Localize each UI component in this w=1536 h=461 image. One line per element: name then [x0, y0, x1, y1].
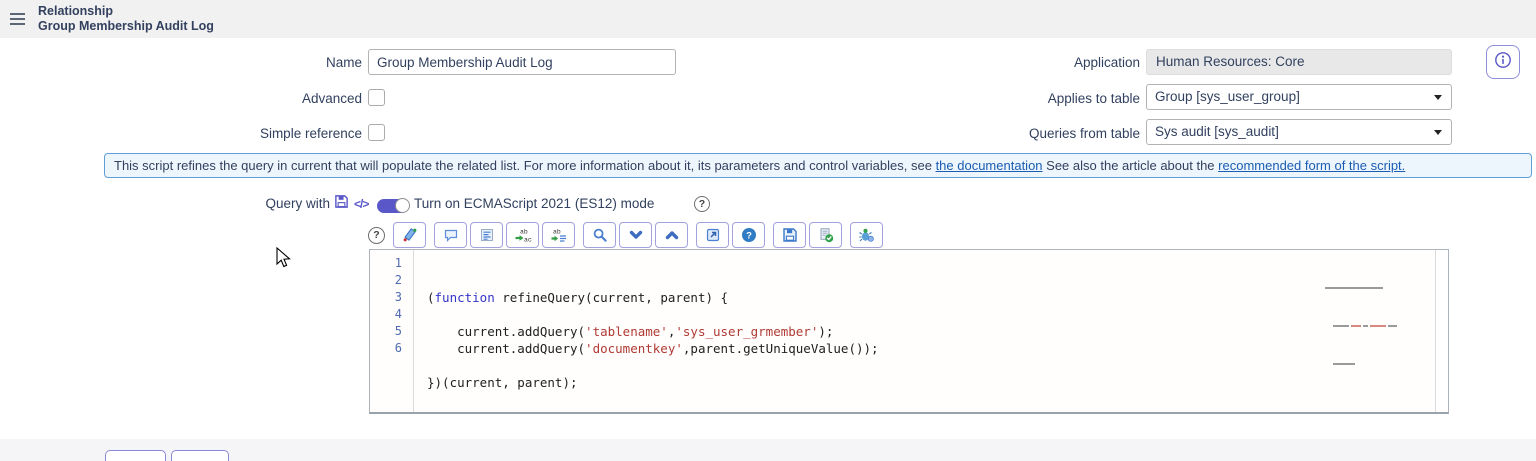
toggle-comment-button[interactable] [434, 222, 467, 248]
relationship-form-page: Relationship Group Membership Audit Log … [0, 0, 1536, 461]
queries-from-table-value: Sys audit [sys_audit] [1155, 124, 1279, 139]
applies-to-table-value: Group [sys_user_group] [1155, 89, 1300, 104]
toggle-knob [395, 198, 410, 213]
info-message-text-2: See also the article about the [1042, 158, 1219, 173]
queries-from-table-label: Queries from table [1028, 126, 1140, 141]
replace-all-button[interactable]: ab [542, 222, 575, 248]
save-button[interactable] [773, 222, 806, 248]
help-button[interactable]: ? [732, 222, 765, 248]
code-lines: (function refineQuery(current, parent) {… [427, 289, 1435, 391]
name-label: Name [325, 55, 362, 70]
advanced-label: Advanced [301, 91, 362, 106]
record-type-title: Relationship [38, 4, 114, 18]
advanced-checkbox[interactable] [368, 89, 385, 106]
page-title: Relationship Group Membership Audit Log [38, 4, 214, 34]
script-editor[interactable]: 123456 (function refineQuery(current, pa… [369, 249, 1449, 414]
name-input[interactable] [368, 49, 676, 75]
replace-button[interactable]: ab ac [506, 222, 539, 248]
simple-reference-label: Simple reference [259, 126, 362, 141]
header-bar: Relationship Group Membership Audit Log [0, 0, 1536, 38]
applies-to-table-label: Applies to table [1047, 91, 1140, 106]
chevron-down-icon [1434, 130, 1442, 135]
footer-band [0, 439, 1536, 461]
footer-button-1[interactable] [105, 450, 166, 461]
code-line: current.addQuery('documentkey',parent.ge… [427, 341, 879, 356]
es12-help-icon[interactable] [694, 196, 710, 212]
code-line: (function refineQuery(current, parent) { [427, 290, 729, 305]
record-name-title: Group Membership Audit Log [38, 19, 214, 33]
es12-mode-toggle[interactable] [377, 198, 410, 213]
editor-scrollbar[interactable] [1435, 250, 1448, 412]
search-button[interactable] [583, 222, 616, 248]
find-previous-button[interactable] [655, 222, 688, 248]
format-lines-button[interactable] [470, 222, 503, 248]
application-field: Human Resources: Core [1146, 49, 1452, 75]
find-next-button[interactable] [619, 222, 652, 248]
code-line: current.addQuery('tablename','sys_user_g… [427, 324, 834, 339]
format-code-button[interactable] [393, 222, 426, 248]
syntax-check-button[interactable] [809, 222, 842, 248]
recommended-form-link[interactable]: recommended form of the script. [1218, 158, 1405, 173]
code-area[interactable]: (function refineQuery(current, parent) {… [414, 250, 1435, 412]
info-message: This script refines the query in current… [104, 153, 1532, 178]
editor-toolbar-groups: ab ac ab? [393, 222, 883, 248]
debug-button[interactable] [850, 222, 883, 248]
svg-text:ac: ac [524, 237, 532, 244]
chevron-down-icon [1434, 95, 1442, 100]
code-line: })(current, parent); [427, 375, 578, 390]
documentation-link[interactable]: the documentation [936, 158, 1043, 173]
editor-minimap [1325, 253, 1429, 401]
info-icon [1494, 51, 1512, 74]
simple-reference-checkbox[interactable] [368, 124, 385, 141]
open-new-window-button[interactable] [696, 222, 729, 248]
es12-mode-label: Turn on ECMAScript 2021 (ES12) mode [414, 196, 655, 211]
hamburger-menu-icon[interactable] [10, 13, 25, 25]
svg-text:ab: ab [520, 229, 528, 236]
svg-text:ab: ab [553, 229, 561, 236]
svg-text:?: ? [746, 230, 752, 241]
info-message-text-1: This script refines the query in current… [114, 158, 936, 173]
save-script-icon[interactable] [334, 194, 349, 214]
mouse-cursor [276, 246, 292, 274]
code-icon[interactable]: </> [354, 197, 369, 211]
line-number-gutter: 123456 [370, 250, 414, 412]
footer-button-2[interactable] [171, 450, 229, 461]
toolbar-help-icon[interactable] [368, 226, 385, 244]
application-label: Application [1073, 55, 1140, 70]
application-info-button[interactable] [1486, 45, 1520, 79]
applies-to-table-select[interactable]: Group [sys_user_group] [1146, 84, 1452, 110]
editor-toolbar: abacab? [368, 222, 883, 248]
query-with-label: Query with [265, 196, 330, 211]
queries-from-table-select[interactable]: Sys audit [sys_audit] [1146, 119, 1452, 145]
